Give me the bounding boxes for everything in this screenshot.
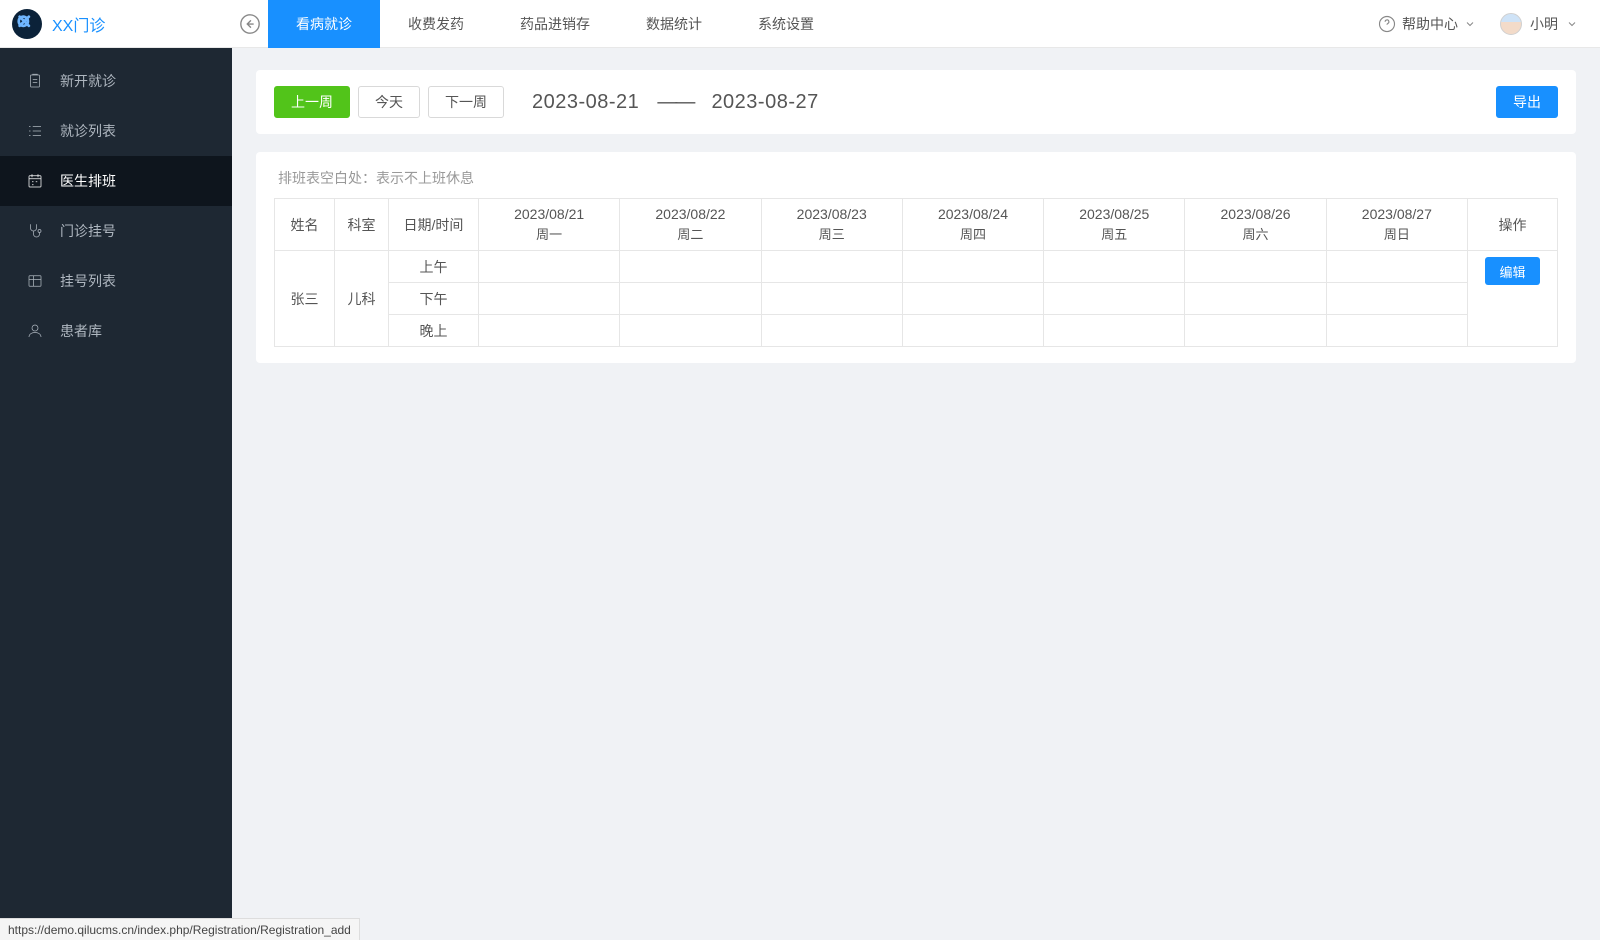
schedule-hint: 排班表空白处：表示不上班休息: [274, 168, 1558, 188]
cell-slot[interactable]: [902, 315, 1043, 347]
cell-slot[interactable]: [1044, 283, 1185, 315]
nav-item-settings[interactable]: 系统设置: [730, 0, 842, 48]
sidebar-item-label: 门诊挂号: [60, 221, 116, 241]
user-icon: [26, 322, 44, 340]
date-range-dash: ——: [657, 91, 693, 113]
sidebar-item-label: 医生排班: [60, 171, 116, 191]
cell-operate: 编辑: [1468, 251, 1558, 347]
edit-button[interactable]: 编辑: [1485, 257, 1539, 285]
sidebar: 新开就诊 就诊列表 医生排班 门诊挂号 挂号列表 患者库: [0, 48, 232, 940]
cell-timeslot: 晚上: [389, 315, 479, 347]
chevron-down-icon: [1566, 18, 1578, 30]
top-nav: 看病就诊 收费发药 药品进销存 数据统计 系统设置: [268, 0, 842, 48]
controls-panel: 上一周 今天 下一周 2023-08-21 —— 2023-08-27 导出: [256, 70, 1576, 134]
today-button[interactable]: 今天: [358, 86, 420, 118]
cell-slot[interactable]: [1185, 315, 1326, 347]
logo-text: XX门诊: [52, 12, 105, 36]
table-row: 下午: [275, 283, 1558, 315]
cell-slot[interactable]: [620, 283, 761, 315]
cell-slot[interactable]: [620, 251, 761, 283]
date-to: 2023-08-27: [711, 91, 818, 113]
cell-timeslot: 下午: [389, 283, 479, 315]
th-day-4: 2023/08/24周四: [902, 199, 1043, 251]
cell-slot[interactable]: [1185, 251, 1326, 283]
th-day-1: 2023/08/21周一: [479, 199, 620, 251]
sidebar-item-label: 就诊列表: [60, 121, 116, 141]
nav-item-billing[interactable]: 收费发药: [380, 0, 492, 48]
cell-slot[interactable]: [761, 251, 902, 283]
export-button[interactable]: 导出: [1496, 86, 1558, 118]
cell-slot[interactable]: [1185, 283, 1326, 315]
user-name: 小明: [1530, 14, 1558, 34]
table-row: 张三 儿科 上午 编辑: [275, 251, 1558, 283]
cell-timeslot: 上午: [389, 251, 479, 283]
sidebar-item-outpatient-register[interactable]: 门诊挂号: [0, 206, 232, 256]
help-center-label: 帮助中心: [1402, 14, 1458, 34]
cell-slot[interactable]: [1044, 315, 1185, 347]
calendar-icon: [26, 172, 44, 190]
avatar: [1500, 13, 1522, 35]
stethoscope-icon: [26, 222, 44, 240]
th-operate: 操作: [1468, 199, 1558, 251]
nav-item-inventory[interactable]: 药品进销存: [492, 0, 618, 48]
date-range: 2023-08-21 —— 2023-08-27: [532, 91, 819, 114]
th-datetime: 日期/时间: [389, 199, 479, 251]
cell-slot[interactable]: [902, 251, 1043, 283]
cell-slot[interactable]: [1326, 283, 1467, 315]
header: XX门诊 看病就诊 收费发药 药品进销存 数据统计 系统设置 帮助中心 小明: [0, 0, 1600, 48]
schedule-panel: 排班表空白处：表示不上班休息 姓名 科室 日期/时间 2023/08/21周一 …: [256, 152, 1576, 363]
th-day-5: 2023/08/25周五: [1044, 199, 1185, 251]
cell-slot[interactable]: [1044, 251, 1185, 283]
th-name: 姓名: [275, 199, 335, 251]
cell-slot[interactable]: [479, 251, 620, 283]
sidebar-item-new-visit[interactable]: 新开就诊: [0, 56, 232, 106]
table-row: 晚上: [275, 315, 1558, 347]
cell-slot[interactable]: [1326, 315, 1467, 347]
nav-item-stats[interactable]: 数据统计: [618, 0, 730, 48]
logo-icon: [12, 9, 42, 39]
table-icon: [26, 272, 44, 290]
logo-area: XX门诊: [0, 9, 232, 39]
th-day-7: 2023/08/27周日: [1326, 199, 1467, 251]
sidebar-item-label: 患者库: [60, 321, 102, 341]
user-menu[interactable]: 小明: [1500, 13, 1578, 35]
th-day-3: 2023/08/23周三: [761, 199, 902, 251]
back-button[interactable]: [232, 0, 268, 48]
cell-slot[interactable]: [761, 315, 902, 347]
nav-item-diagnosis[interactable]: 看病就诊: [268, 0, 380, 48]
cell-slot[interactable]: [479, 315, 620, 347]
cell-slot[interactable]: [479, 283, 620, 315]
sidebar-item-patient-db[interactable]: 患者库: [0, 306, 232, 356]
prev-week-button[interactable]: 上一周: [274, 86, 350, 118]
list-icon: [26, 122, 44, 140]
schedule-table: 姓名 科室 日期/时间 2023/08/21周一 2023/08/22周二 20…: [274, 198, 1558, 347]
sidebar-item-label: 新开就诊: [60, 71, 116, 91]
sidebar-item-label: 挂号列表: [60, 271, 116, 291]
th-day-2: 2023/08/22周二: [620, 199, 761, 251]
cell-name: 张三: [275, 251, 335, 347]
main-content: 上一周 今天 下一周 2023-08-21 —— 2023-08-27 导出 排…: [232, 48, 1600, 940]
cell-slot[interactable]: [620, 315, 761, 347]
cell-slot[interactable]: [902, 283, 1043, 315]
cell-slot[interactable]: [761, 283, 902, 315]
status-bar: https://demo.qilucms.cn/index.php/Regist…: [0, 918, 360, 940]
th-day-6: 2023/08/26周六: [1185, 199, 1326, 251]
help-center[interactable]: 帮助中心: [1378, 14, 1476, 34]
sidebar-item-visit-list[interactable]: 就诊列表: [0, 106, 232, 156]
th-dept: 科室: [335, 199, 389, 251]
cell-dept: 儿科: [335, 251, 389, 347]
next-week-button[interactable]: 下一周: [428, 86, 504, 118]
cell-slot[interactable]: [1326, 251, 1467, 283]
date-from: 2023-08-21: [532, 91, 639, 113]
chevron-down-icon: [1464, 18, 1476, 30]
sidebar-item-register-list[interactable]: 挂号列表: [0, 256, 232, 306]
clipboard-icon: [26, 72, 44, 90]
sidebar-item-doctor-schedule[interactable]: 医生排班: [0, 156, 232, 206]
